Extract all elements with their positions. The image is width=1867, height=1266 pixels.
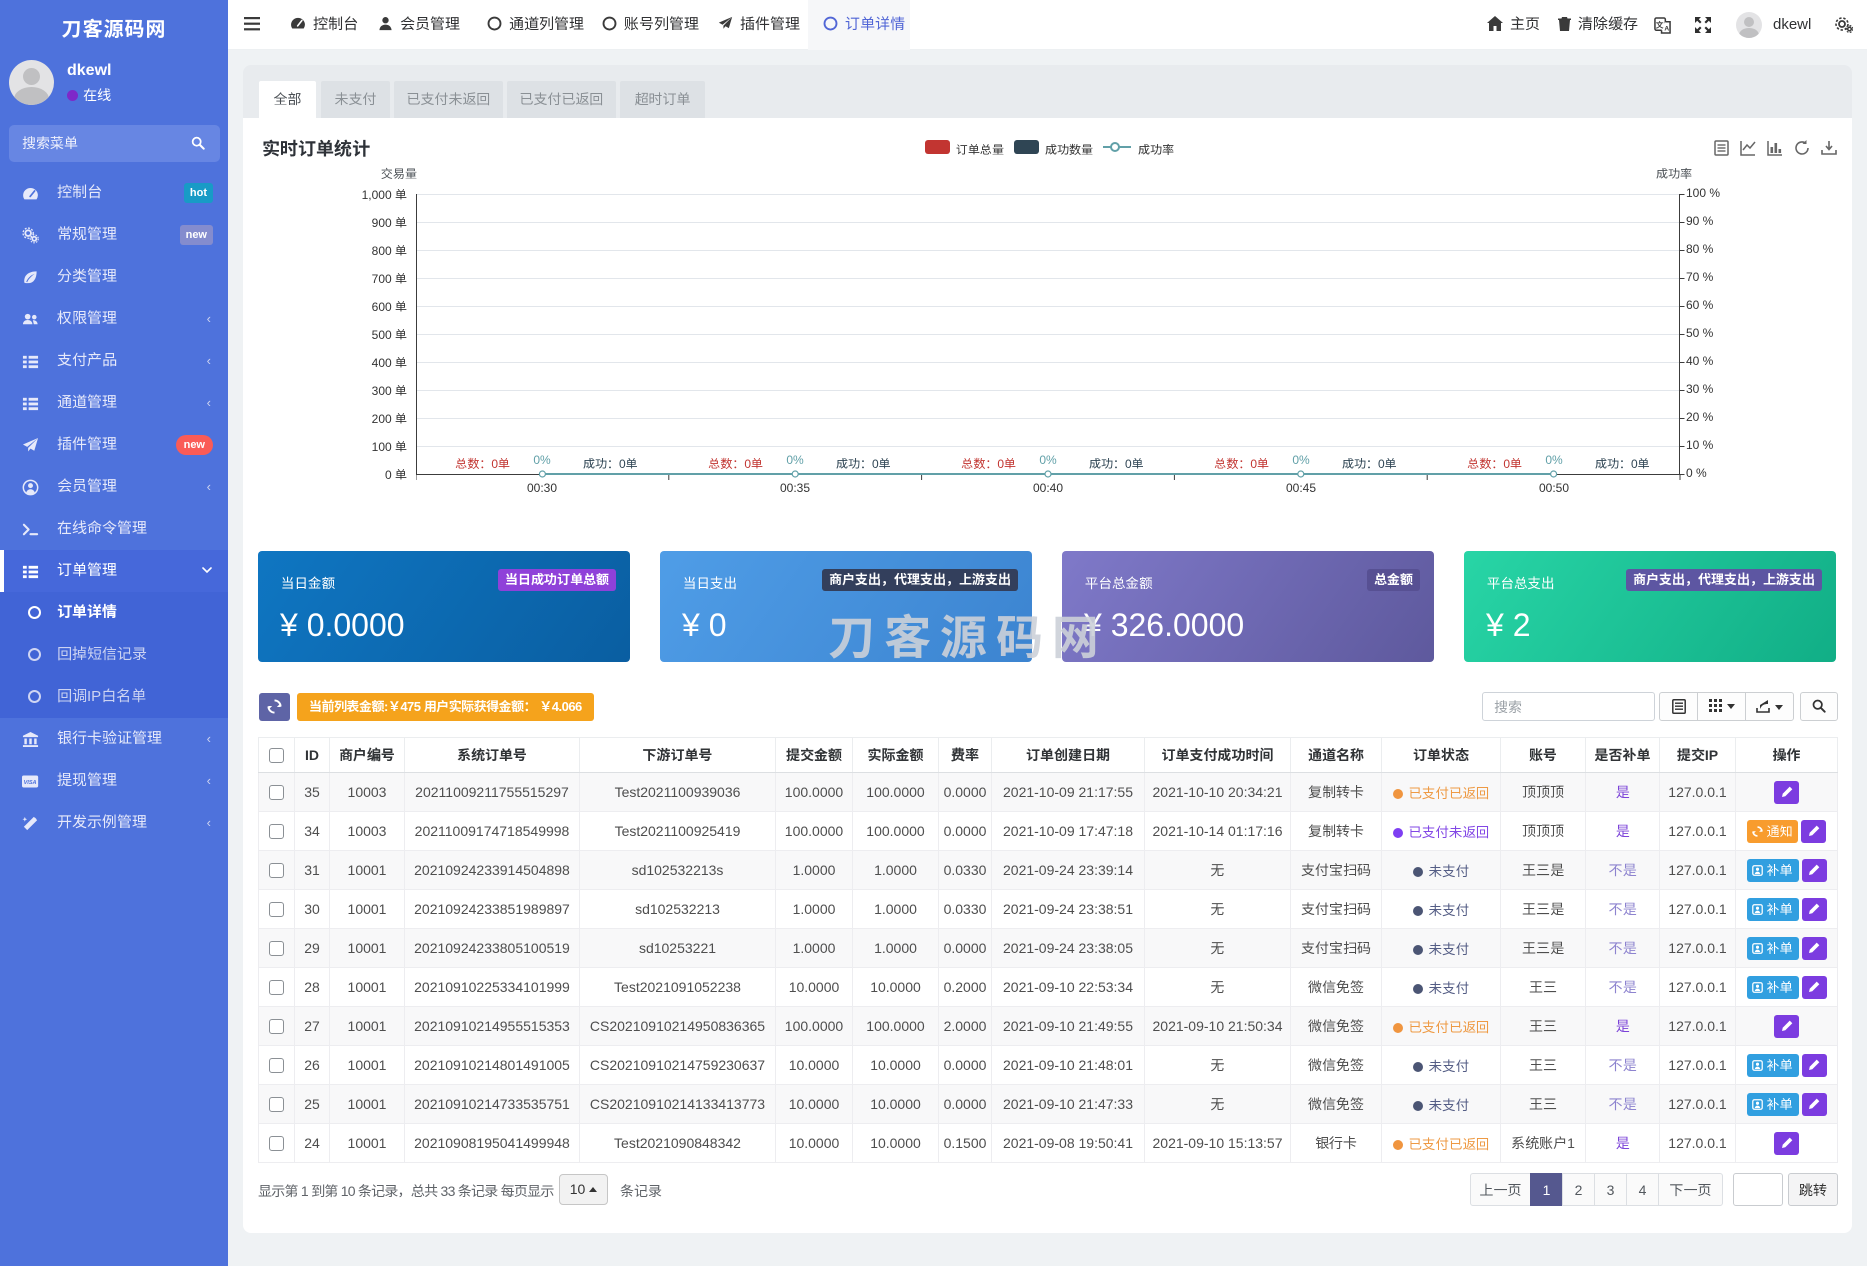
svg-text:文: 文 (1656, 19, 1664, 29)
svg-text:A: A (1664, 26, 1669, 33)
svg-text:VISA: VISA (24, 780, 37, 786)
